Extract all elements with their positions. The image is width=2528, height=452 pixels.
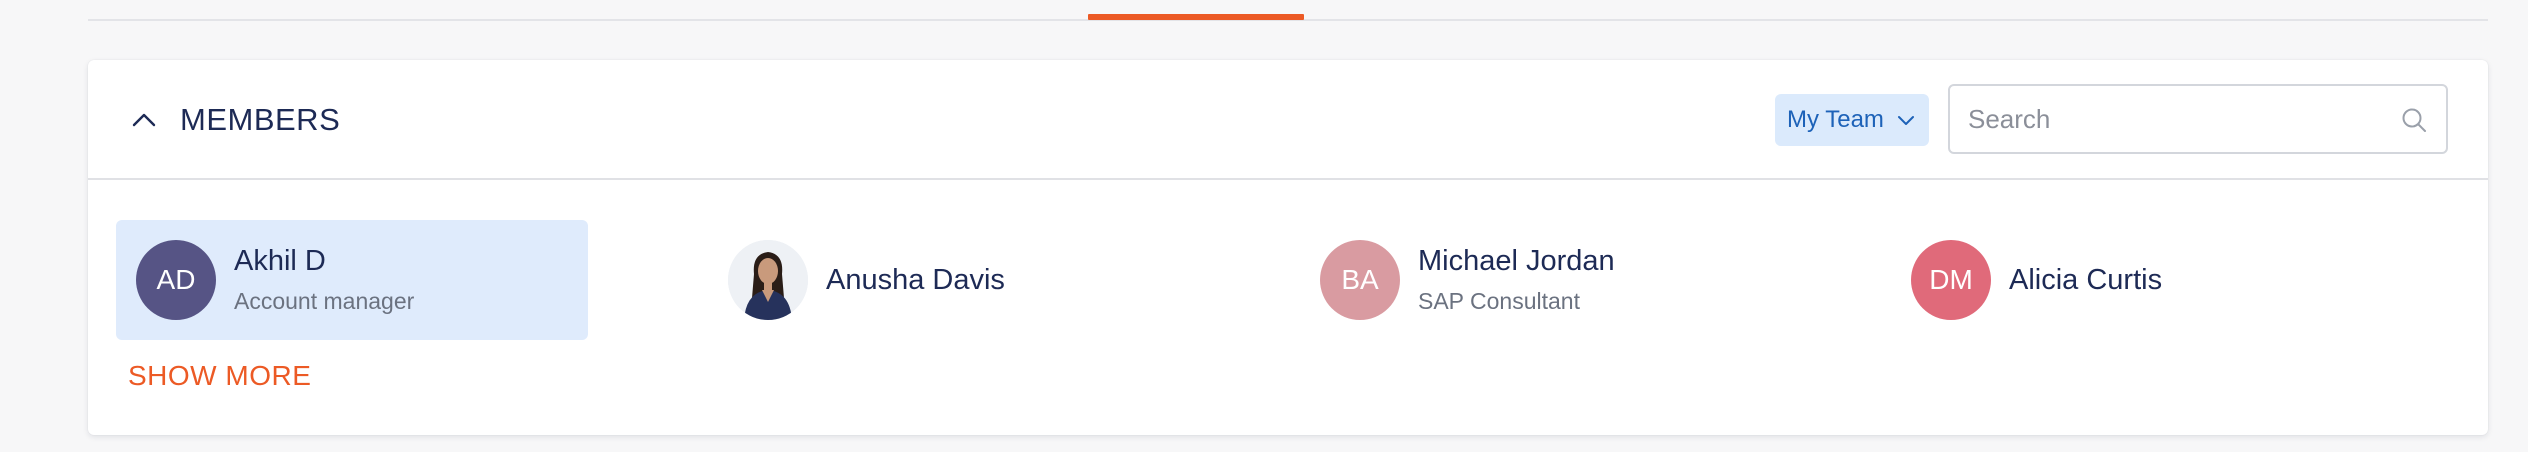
- avatar-photo: [728, 240, 808, 320]
- member-name: Michael Jordan: [1418, 245, 1615, 277]
- chevron-up-icon: [132, 113, 156, 127]
- search-box: [1948, 84, 2448, 154]
- member-name: Anusha Davis: [826, 263, 1005, 296]
- search-input[interactable]: [1968, 86, 2388, 152]
- team-filter-dropdown[interactable]: My Team: [1775, 94, 1929, 146]
- active-tab-indicator: [1088, 14, 1304, 20]
- person-photo-icon: [728, 240, 808, 320]
- team-filter-label: My Team: [1787, 106, 1884, 133]
- avatar: BA: [1320, 240, 1400, 320]
- show-more-link[interactable]: SHOW MORE: [128, 360, 311, 392]
- avatar: DM: [1911, 240, 1991, 320]
- member-role: Account manager: [234, 288, 415, 314]
- chevron-down-icon: [1898, 116, 1914, 125]
- member-name: Akhil D: [234, 245, 326, 277]
- avatar-initials: DM: [1929, 264, 1973, 295]
- member-card-michael[interactable]: BA Michael Jordan SAP Consultant: [1320, 220, 1780, 340]
- collapse-button[interactable]: [128, 104, 160, 136]
- avatar-initials: BA: [1341, 264, 1379, 295]
- member-card-akhil[interactable]: AD Akhil D Account manager: [116, 220, 588, 340]
- members-card-header: MEMBERS My Team: [88, 60, 2488, 180]
- search-icon[interactable]: [2400, 106, 2428, 134]
- avatar: AD: [136, 240, 216, 320]
- section-title: MEMBERS: [180, 102, 341, 137]
- members-card: MEMBERS My Team AD Akhil D Account manag…: [88, 60, 2488, 435]
- member-card-anusha[interactable]: Anusha Davis: [728, 220, 1188, 340]
- avatar-initials: AD: [156, 264, 196, 295]
- member-card-alicia[interactable]: DM Alicia Curtis: [1911, 220, 2371, 340]
- member-role: SAP Consultant: [1418, 288, 1580, 314]
- member-name: Alicia Curtis: [2009, 263, 2163, 296]
